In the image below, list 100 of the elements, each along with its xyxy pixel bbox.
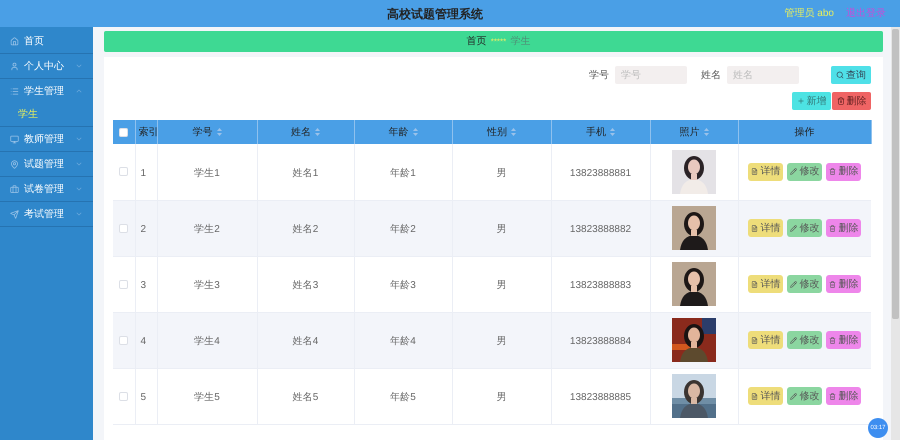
document-icon <box>751 168 758 176</box>
table-cell: 学生4 <box>194 336 220 347</box>
delete-button[interactable]: 删除 <box>832 92 871 110</box>
pencil-icon <box>790 168 798 176</box>
table-cell: 男 <box>496 168 506 179</box>
trash-icon <box>829 336 836 344</box>
sidebar-item[interactable]: 考试管理 <box>0 202 93 226</box>
table-cell: 2 <box>140 224 146 235</box>
breadcrumb-home[interactable]: 首页 <box>466 34 487 49</box>
checkbox[interactable] <box>119 224 128 232</box>
table-cell: 3 <box>140 280 146 291</box>
details-button[interactable]: 详情 <box>748 162 784 181</box>
column-header[interactable]: 姓名 <box>291 124 320 140</box>
sidebar-item[interactable]: 个人中心 <box>0 54 93 78</box>
checkbox[interactable] <box>119 167 128 176</box>
column-header[interactable]: 性别 <box>487 124 516 140</box>
table-cell: 学生5 <box>194 392 220 403</box>
delete-button[interactable]: 删除 <box>826 331 862 349</box>
table-cell: 学生2 <box>194 224 220 235</box>
edit-button[interactable]: 修改 <box>787 331 822 349</box>
table-cell: 年龄2 <box>390 224 416 235</box>
sort-icon[interactable] <box>511 128 516 136</box>
sort-icon[interactable] <box>704 128 708 136</box>
table-cell: 年龄4 <box>390 336 416 347</box>
sort-icon[interactable] <box>315 128 320 136</box>
edit-button[interactable]: 修改 <box>787 219 822 237</box>
table-cell: 男 <box>496 392 506 403</box>
sidebar-item[interactable]: 首页 <box>0 29 93 53</box>
search-field[interactable]: 姓名 <box>727 66 799 84</box>
sidebar-item[interactable]: 学生管理 <box>0 79 93 103</box>
monitor-icon <box>10 134 19 144</box>
home-icon <box>10 36 19 46</box>
column-header[interactable]: 年龄 <box>388 124 418 140</box>
details-button[interactable]: 详情 <box>748 219 784 237</box>
delete-button[interactable]: 删除 <box>826 162 862 181</box>
delete-button[interactable]: 删除 <box>826 275 862 293</box>
plus-icon <box>796 97 804 105</box>
column-header: 索引 <box>138 126 158 140</box>
table-cell: 姓名1 <box>292 168 318 179</box>
column-header[interactable]: 学号 <box>192 124 222 140</box>
table-cell: 5 <box>140 392 146 403</box>
table-cell: 年龄1 <box>390 168 416 179</box>
add-button[interactable]: 新增 <box>792 92 831 110</box>
sidebar-subitem[interactable]: 学生 <box>0 103 93 126</box>
search-button[interactable]: 查询 <box>831 66 871 84</box>
pencil-icon <box>790 280 798 288</box>
table-cell: 13823888881 <box>570 168 632 179</box>
user-label: 管理员 abo <box>784 7 834 21</box>
checkbox[interactable] <box>119 392 128 400</box>
details-button[interactable]: 详情 <box>748 387 784 405</box>
table-cell: 姓名4 <box>292 336 318 347</box>
sort-icon[interactable] <box>412 128 418 136</box>
table-cell: 13823888884 <box>570 336 632 347</box>
checkbox[interactable] <box>119 128 128 136</box>
column-header[interactable]: 手机 <box>586 124 615 140</box>
search-icon <box>836 71 844 79</box>
document-icon <box>751 224 758 232</box>
field-label: 姓名 <box>701 68 721 82</box>
breadcrumb-current: 学生 <box>510 34 530 49</box>
sort-icon[interactable] <box>610 128 615 136</box>
delete-button[interactable]: 删除 <box>826 387 862 405</box>
briefcase-icon <box>10 184 19 194</box>
edit-button[interactable]: 修改 <box>787 275 822 293</box>
sidebar-item[interactable]: 教师管理 <box>0 127 93 151</box>
sidebar-item[interactable]: 试卷管理 <box>0 177 93 201</box>
trash-icon <box>829 280 836 288</box>
checkbox[interactable] <box>119 280 128 288</box>
document-icon <box>751 392 758 400</box>
sidebar-item[interactable]: 试题管理 <box>0 152 93 176</box>
trash-icon <box>836 97 844 105</box>
edit-button[interactable]: 修改 <box>787 162 822 181</box>
document-icon <box>751 280 758 288</box>
column-header[interactable]: 照片 <box>680 124 708 140</box>
search-field[interactable]: 学号 <box>615 66 687 84</box>
table-cell: 13823888883 <box>570 280 632 291</box>
table-cell: 男 <box>496 280 506 291</box>
delete-button[interactable]: 删除 <box>826 219 862 237</box>
breadcrumb-separator: ***** <box>490 36 506 48</box>
pencil-icon <box>790 392 798 400</box>
table-cell: 学生3 <box>194 280 220 291</box>
details-button[interactable]: 详情 <box>748 331 784 349</box>
table-cell: 1 <box>140 168 146 179</box>
app-title: 高校试题管理系统 <box>387 6 483 22</box>
table-cell: 姓名3 <box>292 280 318 291</box>
details-button[interactable]: 详情 <box>748 275 784 293</box>
pencil-icon <box>790 336 798 344</box>
table-cell: 年龄5 <box>390 392 416 403</box>
scrollbar[interactable] <box>891 27 900 440</box>
table-cell: 姓名2 <box>292 224 318 235</box>
table-cell: 4 <box>140 336 146 347</box>
field-label: 学号 <box>589 68 609 82</box>
document-icon <box>751 336 758 344</box>
table-cell: 男 <box>496 224 506 235</box>
trash-icon <box>829 168 836 176</box>
table-cell: 学生1 <box>194 168 220 179</box>
checkbox[interactable] <box>119 336 128 344</box>
edit-button[interactable]: 修改 <box>787 387 822 405</box>
column-header: 操作 <box>794 126 814 140</box>
pencil-icon <box>790 224 798 232</box>
sort-icon[interactable] <box>216 128 222 136</box>
